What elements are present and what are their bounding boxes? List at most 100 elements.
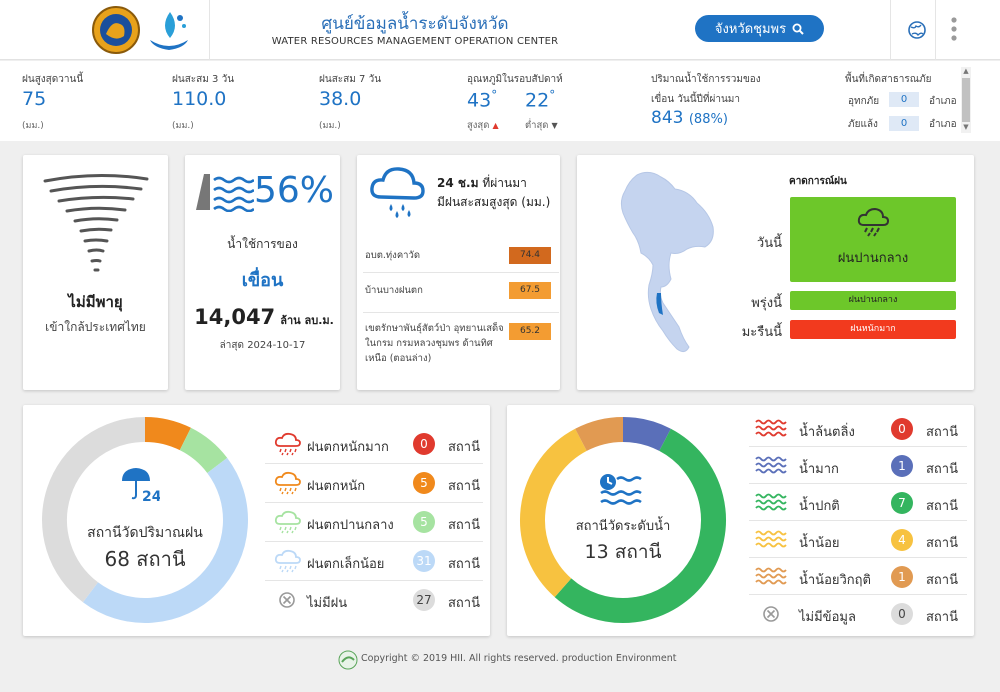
water-stations-legend-row[interactable]: น้ำน้อย 4 สถานี xyxy=(749,521,967,558)
drought-unit: อำเภอ xyxy=(929,119,957,130)
rain-stations-legend-row[interactable]: ฝนตกหนัก 5 สถานี xyxy=(265,464,483,503)
rain-24h-card[interactable]: 24 ช.ม ที่ผ่านมา มีฝนสะสมสูงสุด (มม.) อบ… xyxy=(357,155,560,390)
rain-stations-label: สถานีวัดปริมาณฝน xyxy=(87,525,203,541)
storm-subtitle: เข้าใกล้ประเทศไทย xyxy=(45,320,146,334)
legend-label: น้ำมาก xyxy=(799,462,839,477)
temp-max-value[interactable]: 43° xyxy=(467,88,497,111)
legend-count: 5 xyxy=(413,511,435,533)
water-stations-legend-row[interactable]: น้ำปกติ 7 สถานี xyxy=(749,484,967,521)
wave-low-icon xyxy=(755,528,787,552)
cloud-moderate-rain-icon xyxy=(271,510,303,534)
forecast-tomorrow-box[interactable]: ฝนปานกลาง xyxy=(790,291,956,310)
rain-today-value[interactable]: 75 xyxy=(22,88,46,110)
rain-3d-unit: (มม.) xyxy=(172,121,194,131)
donut-segment[interactable] xyxy=(622,417,671,452)
legend-count: 0 xyxy=(891,418,913,440)
legend-count: 1 xyxy=(891,566,913,588)
rain-stations-legend-row[interactable]: ฝนตกปานกลาง 5 สถานี xyxy=(265,503,483,542)
no-data-icon xyxy=(755,602,787,626)
globe-icon[interactable] xyxy=(907,20,927,40)
water-stations-legend-row[interactable]: น้ำล้นตลิ่ง 0 สถานี xyxy=(749,410,967,447)
water-stations-legend-row[interactable]: น้ำน้อยวิกฤติ 1 สถานี xyxy=(749,558,967,595)
summary-stats-bar: ฝนสูงสุดวานนี้ 75 (มม.) ฝนสะสม 3 วัน 110… xyxy=(0,61,1000,141)
legend-unit: สถานี xyxy=(448,440,480,455)
rain-rank-row[interactable]: เขตรักษาพันธุ์สัตว์ป่า อุทยานเสด็จในกรม … xyxy=(363,313,559,377)
legend-unit: สถานี xyxy=(448,518,480,533)
donut-segment[interactable] xyxy=(575,417,624,452)
legend-unit: สถานี xyxy=(926,462,958,477)
rain-stations-legend-row[interactable]: ไม่มีฝน 27 สถานี xyxy=(265,581,483,620)
dam-card[interactable]: 56% น้ำใช้การของ เขื่อน 14,047 ล้าน ลบ.ม… xyxy=(185,155,340,390)
thailand-map[interactable] xyxy=(609,169,719,359)
rain-7d-label: ฝนสะสม 7 วัน xyxy=(319,74,382,85)
forecast-today-label: วันนี้ xyxy=(756,236,782,251)
storage-label-1: ปริมาณน้ำใช้การรวมของ xyxy=(651,74,761,85)
scrollbar[interactable]: ▲ ▼ xyxy=(961,67,971,133)
more-menu-icon[interactable] xyxy=(950,16,958,42)
rain-stations-legend-row[interactable]: ฝนตกหนักมาก 0 สถานี xyxy=(265,425,483,464)
page-title: ศูนย์ข้อมูลน้ำระดับจังหวัด xyxy=(321,14,509,34)
rain-rank-row[interactable]: บ้านบางฝนตก 67.5 xyxy=(363,273,559,313)
rain-rank-row[interactable]: อบต.ทุ่งคาวัด 74.4 xyxy=(363,238,559,273)
water-stations-label: สถานีวัดระดับน้ำ xyxy=(575,519,671,534)
legend-label: ฝนตกเล็กน้อย xyxy=(307,557,385,572)
legend-count: 27 xyxy=(413,589,435,611)
legend-label: ฝนตกปานกลาง xyxy=(307,518,394,533)
scroll-thumb[interactable] xyxy=(962,78,970,122)
drought-count[interactable]: 0 xyxy=(889,116,919,131)
legend-count: 5 xyxy=(413,472,435,494)
water-stations-legend-row[interactable]: ไม่มีข้อมูล 0 สถานี xyxy=(749,595,967,632)
arrow-up-icon: ▲ xyxy=(492,121,499,130)
legend-count: 0 xyxy=(891,603,913,625)
water-stations-total: 13 สถานี xyxy=(584,541,662,563)
rain-stations-legend-row[interactable]: ฝนตกเล็กน้อย 31 สถานี xyxy=(265,542,483,581)
storm-card[interactable]: ไม่มีพายุ เข้าใกล้ประเทศไทย xyxy=(23,155,168,390)
rain-today-label: ฝนสูงสุดวานนี้ xyxy=(22,74,84,85)
footer-copyright: Copyright © 2019 HII. All rights reserve… xyxy=(361,653,677,664)
rain-forecast-card[interactable]: คาดการณ์ฝน วันนี้ ฝนปานกลาง พรุ่งนี้ ฝนป… xyxy=(577,155,974,390)
rain-24h-subtitle: มีฝนสะสมสูงสุด (มม.) xyxy=(437,195,551,209)
rain-7d-value[interactable]: 38.0 xyxy=(319,88,361,110)
rain-3d-label: ฝนสะสม 3 วัน xyxy=(172,74,235,85)
rain-stations-card[interactable]: 24 สถานีวัดปริมาณฝน 68 สถานี ฝนตกหนักมาก… xyxy=(23,405,490,636)
province-select-button[interactable]: จังหวัดชุมพร xyxy=(695,15,824,42)
rain-today-unit: (มม.) xyxy=(22,121,44,131)
forecast-today-value: ฝนปานกลาง xyxy=(837,251,909,266)
rain-stations-donut[interactable] xyxy=(35,410,255,630)
legend-count: 31 xyxy=(413,550,435,572)
forecast-today-box[interactable]: ฝนปานกลาง xyxy=(790,197,956,282)
donut-segment[interactable] xyxy=(144,417,191,451)
rain-3d-value[interactable]: 110.0 xyxy=(172,88,226,110)
wave-overflow-icon xyxy=(755,417,787,441)
flood-unit: อำเภอ xyxy=(929,96,957,107)
water-stations-card[interactable]: สถานีวัดระดับน้ำ 13 สถานี น้ำล้นตลิ่ง 0 สถ… xyxy=(507,405,974,636)
storm-status: ไม่มีพายุ xyxy=(68,293,123,311)
cloud-heavy-rain-icon xyxy=(271,432,303,456)
rain-stations-total: 68 สถานี xyxy=(104,547,186,571)
rain-rank-station: บ้านบางฝนตก xyxy=(365,285,423,296)
legend-label: น้ำปกติ xyxy=(799,499,840,514)
no-rain-icon xyxy=(271,588,303,612)
province-seal-logo xyxy=(92,6,140,54)
rain-rank-station: เขตรักษาพันธุ์สัตว์ป่า อุทยานเสด็จในกรม … xyxy=(365,323,504,364)
temp-min-value[interactable]: 22° xyxy=(525,88,555,111)
legend-unit: สถานี xyxy=(448,479,480,494)
donut-segment[interactable] xyxy=(179,427,228,474)
legend-label: น้ำน้อยวิกฤติ xyxy=(799,573,871,588)
legend-label: ฝนตกหนักมาก xyxy=(307,440,389,455)
wave-normal-icon xyxy=(755,491,787,515)
scroll-up-icon[interactable]: ▲ xyxy=(961,67,971,77)
page-subtitle: WATER RESOURCES MANAGEMENT OPERATION CEN… xyxy=(271,36,559,47)
svg-text:24: 24 xyxy=(142,489,160,505)
cloud-rain-icon xyxy=(857,207,890,237)
storage-value[interactable]: 843 (88%) xyxy=(651,108,728,128)
hii-footer-logo xyxy=(338,650,358,670)
forecast-dayafter-box[interactable]: ฝนหนักมาก xyxy=(790,320,956,339)
scroll-down-icon[interactable]: ▼ xyxy=(961,123,971,133)
flood-count[interactable]: 0 xyxy=(889,92,919,107)
legend-label: น้ำน้อย xyxy=(799,536,840,551)
arrow-down-icon: ▼ xyxy=(551,121,558,130)
storage-label-2: เขื่อน วันนี้ปีที่ผ่านมา xyxy=(651,94,741,105)
water-stations-legend-row[interactable]: น้ำมาก 1 สถานี xyxy=(749,447,967,484)
water-level-icon xyxy=(597,471,647,505)
